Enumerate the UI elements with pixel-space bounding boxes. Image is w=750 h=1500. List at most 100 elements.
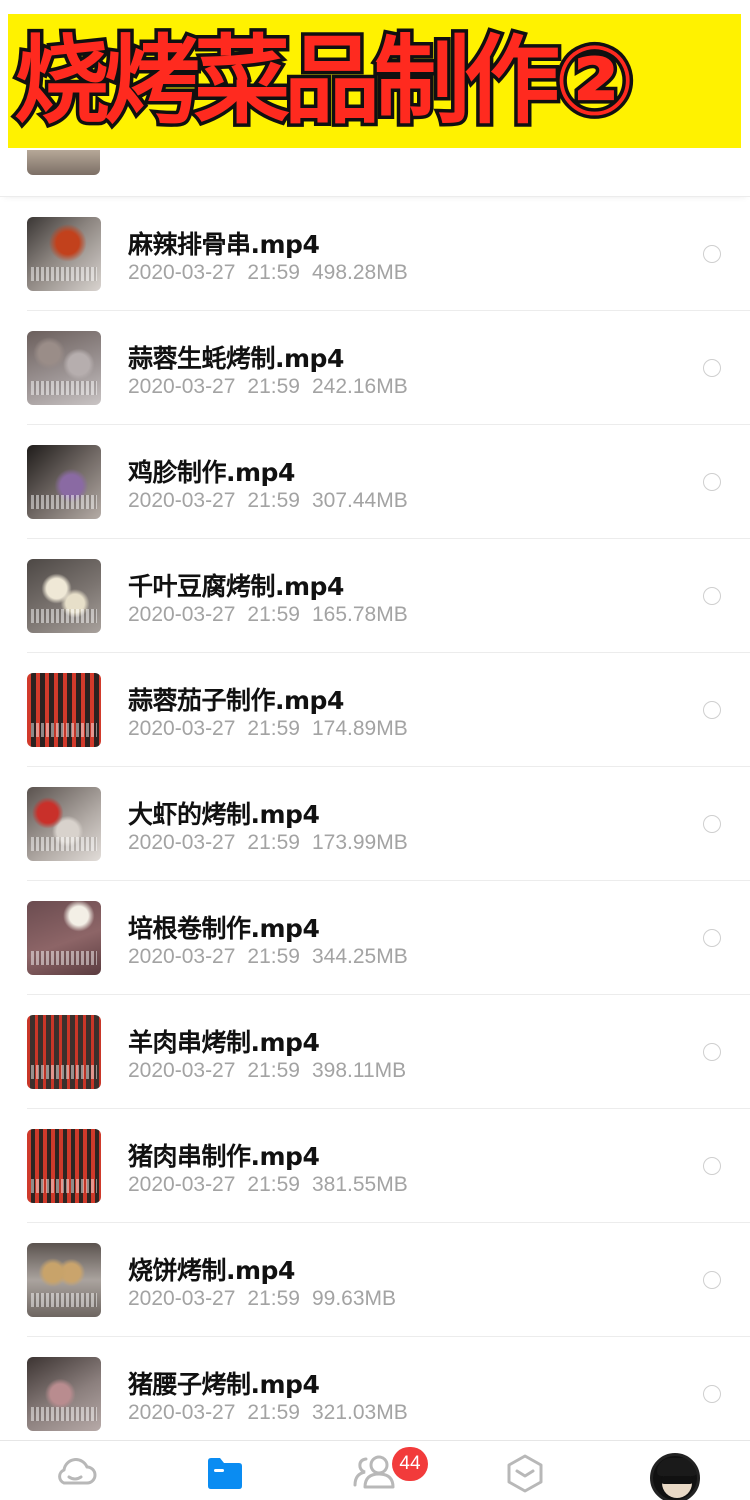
file-name: 大虾的烤制.mp4 xyxy=(128,800,320,829)
file-row[interactable]: 猪腰子烤制.mp4 2020-03-27 21:59 321.03MB xyxy=(0,1337,750,1451)
file-date: 2020-03-27 xyxy=(128,1287,236,1310)
file-size: 174.89MB xyxy=(311,717,408,740)
file-meta: 2020-03-27 21:59 165.78MB xyxy=(128,603,420,627)
avatar-hair xyxy=(657,1458,697,1476)
select-radio[interactable] xyxy=(703,1271,721,1289)
select-radio[interactable] xyxy=(703,1043,721,1061)
video-thumbnail xyxy=(27,331,101,405)
file-name: 烧饼烤制.mp4 xyxy=(128,1256,295,1285)
thumbnail-caption-strip xyxy=(31,1179,97,1193)
file-row[interactable]: 麻辣排骨串.mp4 2020-03-27 21:59 498.28MB xyxy=(0,197,750,311)
file-name: 蒜蓉茄子制作.mp4 xyxy=(128,686,344,715)
file-name: 猪肉串制作.mp4 xyxy=(128,1142,320,1171)
file-meta: 2020-03-27 21:59 307.44MB xyxy=(128,489,420,513)
thumbnail-caption-strip xyxy=(31,1065,97,1079)
file-date: 2020-03-27 xyxy=(128,489,236,512)
file-date: 2020-03-27 xyxy=(128,1059,236,1082)
video-thumbnail xyxy=(27,559,101,633)
file-size: 344.25MB xyxy=(311,945,408,968)
avatar[interactable] xyxy=(650,1453,700,1500)
file-meta: 2020-03-27 21:59 321.03MB xyxy=(128,1401,420,1425)
avatar-glasses xyxy=(661,1476,693,1484)
file-time: 21:59 xyxy=(247,1401,300,1424)
thumbnail-caption-strip xyxy=(31,267,97,281)
file-row[interactable]: 猪肉串制作.mp4 2020-03-27 21:59 381.55MB xyxy=(0,1109,750,1223)
file-name: 蒜蓉生蚝烤制.mp4 xyxy=(128,344,344,373)
file-meta: 2020-03-27 21:59 344.25MB xyxy=(128,945,420,969)
file-date: 2020-03-27 xyxy=(128,603,236,626)
file-row[interactable]: 鸡胗制作.mp4 2020-03-27 21:59 307.44MB xyxy=(0,425,750,539)
file-time: 21:59 xyxy=(247,1173,300,1196)
video-thumbnail xyxy=(27,150,100,175)
file-row[interactable]: 蒜蓉茄子制作.mp4 2020-03-27 21:59 174.89MB xyxy=(0,653,750,767)
nav-apps[interactable] xyxy=(450,1441,600,1500)
video-thumbnail xyxy=(27,445,101,519)
thumbnail-caption-strip xyxy=(31,381,97,395)
file-row[interactable]: 蒜蓉生蚝烤制.mp4 2020-03-27 21:59 242.16MB xyxy=(0,311,750,425)
file-time: 21:59 xyxy=(247,717,300,740)
file-meta: 2020-03-27 21:59 398.11MB xyxy=(128,1059,418,1083)
cloud-icon xyxy=(58,1458,97,1485)
file-row[interactable]: 烧饼烤制.mp4 2020-03-27 21:59 99.63MB xyxy=(0,1223,750,1337)
nav-share[interactable] xyxy=(300,1441,450,1500)
file-row[interactable]: 千叶豆腐烤制.mp4 2020-03-27 21:59 165.78MB xyxy=(0,539,750,653)
thumbnail-caption-strip xyxy=(31,1293,97,1307)
file-meta: 2020-03-27 21:59 381.55MB xyxy=(128,1173,420,1197)
file-time: 21:59 xyxy=(247,945,300,968)
video-thumbnail xyxy=(27,1243,101,1317)
nav-home[interactable] xyxy=(0,1441,150,1500)
file-name: 猪腰子烤制.mp4 xyxy=(128,1370,320,1399)
video-thumbnail xyxy=(27,217,101,291)
file-time: 21:59 xyxy=(247,1287,300,1310)
file-time: 21:59 xyxy=(247,1059,300,1082)
file-date: 2020-03-27 xyxy=(128,945,236,968)
thumbnail-caption-strip xyxy=(31,951,97,965)
file-size: 307.44MB xyxy=(311,489,408,512)
title-banner-background: 烧烤菜品制作② xyxy=(8,14,741,148)
select-radio[interactable] xyxy=(703,1157,721,1175)
thumbnail-caption-strip xyxy=(31,1407,97,1421)
file-meta: 2020-03-27 21:59 174.89MB xyxy=(128,717,420,741)
file-time: 21:59 xyxy=(247,375,300,398)
select-radio[interactable] xyxy=(703,587,721,605)
folder-icon xyxy=(208,1458,242,1489)
file-size: 321.03MB xyxy=(311,1401,408,1424)
video-thumbnail xyxy=(27,673,101,747)
file-time: 21:59 xyxy=(247,831,300,854)
file-meta: 2020-03-27 21:59 242.16MB xyxy=(128,375,420,399)
file-date: 2020-03-27 xyxy=(128,261,236,284)
file-size: 381.55MB xyxy=(311,1173,408,1196)
file-date: 2020-03-27 xyxy=(128,1401,236,1424)
file-row[interactable]: 大虾的烤制.mp4 2020-03-27 21:59 173.99MB xyxy=(0,767,750,881)
nav-files[interactable] xyxy=(150,1441,300,1500)
select-radio[interactable] xyxy=(703,245,721,263)
file-meta: 2020-03-27 21:59 173.99MB xyxy=(128,831,420,855)
file-meta: 2020-03-27 21:59 99.63MB xyxy=(128,1287,408,1311)
select-radio[interactable] xyxy=(703,1385,721,1403)
select-radio[interactable] xyxy=(703,815,721,833)
video-thumbnail xyxy=(27,787,101,861)
select-radio[interactable] xyxy=(703,473,721,491)
file-time: 21:59 xyxy=(247,489,300,512)
file-name: 羊肉串烤制.mp4 xyxy=(128,1028,320,1057)
file-size: 498.28MB xyxy=(311,261,408,284)
video-thumbnail xyxy=(27,1015,101,1089)
file-date: 2020-03-27 xyxy=(128,831,236,854)
select-radio[interactable] xyxy=(703,929,721,947)
title-banner: 烧烤菜品制作② xyxy=(0,0,750,150)
select-radio[interactable] xyxy=(703,359,721,377)
video-thumbnail xyxy=(27,1129,101,1203)
thumbnail-caption-strip xyxy=(31,609,97,623)
file-row[interactable]: 培根卷制作.mp4 2020-03-27 21:59 344.25MB xyxy=(0,881,750,995)
file-time: 21:59 xyxy=(247,603,300,626)
file-row[interactable]: 羊肉串烤制.mp4 2020-03-27 21:59 398.11MB xyxy=(0,995,750,1109)
video-thumbnail xyxy=(27,1357,101,1431)
box-icon xyxy=(507,1454,543,1493)
file-time: 21:59 xyxy=(247,261,300,284)
select-radio[interactable] xyxy=(703,701,721,719)
file-date: 2020-03-27 xyxy=(128,1173,236,1196)
list-item-partial[interactable] xyxy=(0,150,750,197)
notification-badge: 44 xyxy=(392,1447,428,1481)
file-name: 鸡胗制作.mp4 xyxy=(128,458,295,487)
file-date: 2020-03-27 xyxy=(128,375,236,398)
